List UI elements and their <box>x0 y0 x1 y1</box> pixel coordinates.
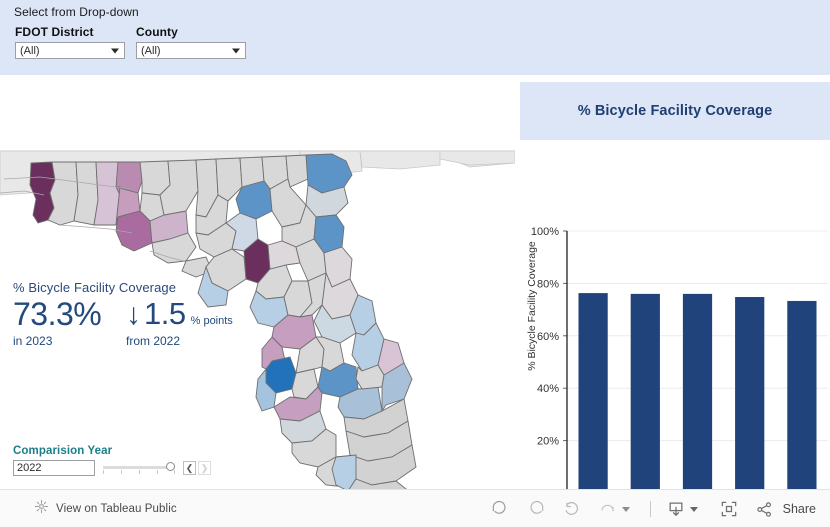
view-on-tableau-public-label: View on Tableau Public <box>56 503 177 515</box>
slider-next-button[interactable]: ❯ <box>198 461 211 475</box>
chart-y-tick-labels: 0%20%40%60%80%100% <box>531 226 559 489</box>
bar[interactable] <box>682 293 713 489</box>
toolbar-actions: Share <box>487 490 816 527</box>
tableau-logo-icon <box>34 499 49 519</box>
bar[interactable] <box>735 297 765 489</box>
filter-fdot-district: FDOT District (All) <box>15 25 125 59</box>
chevron-down-icon <box>232 48 240 53</box>
chart-title: % Bicycle Facility Coverage <box>577 103 773 119</box>
chart-svg[interactable]: 0%20%40%60%80%100% 20192020202120222023 <box>515 145 830 489</box>
download-dropdown-caret-icon[interactable] <box>689 506 698 512</box>
share-label[interactable]: Share <box>783 502 816 516</box>
bar[interactable] <box>787 300 817 489</box>
filter-band-title: Select from Drop-down <box>14 5 139 19</box>
fullscreen-icon[interactable] <box>716 496 742 522</box>
kpi-delta-block: ↓ 1.5 % points from 2022 <box>126 296 233 348</box>
undo-icon[interactable] <box>487 496 513 522</box>
slider-prev-button[interactable]: ❮ <box>183 461 196 475</box>
y-tick-label: 80% <box>537 278 559 290</box>
y-tick-label: 40% <box>537 383 559 395</box>
slider-ticks <box>103 470 175 475</box>
filter-fdot-district-label: FDOT District <box>15 25 94 39</box>
kpi-delta-value: 1.5 <box>144 296 186 331</box>
kpi-value-period: in 2023 <box>13 334 53 348</box>
toolbar-divider <box>649 501 651 517</box>
kpi-value: 73.3% <box>13 296 102 332</box>
comparison-year-input[interactable]: 2022 <box>13 460 95 476</box>
redo-icon[interactable] <box>523 496 549 522</box>
kpi-current: 73.3% in 2023 <box>13 296 113 348</box>
chart-bars <box>578 293 817 489</box>
chart-area[interactable]: % Bicycle Facility Coverage 0%20%40%60%8… <box>515 145 830 489</box>
refresh-icon[interactable] <box>595 496 621 522</box>
refresh-dropdown-caret-icon[interactable] <box>621 506 630 512</box>
fdot-district-value: (All) <box>20 44 40 57</box>
chevron-down-icon <box>111 48 119 53</box>
bar[interactable] <box>578 293 608 489</box>
fdot-district-dropdown[interactable]: (All) <box>15 42 125 59</box>
bar-chart-panel: % Bicycle Facility Coverage % Bicycle Fa… <box>515 75 830 489</box>
tableau-dashboard: Select from Drop-down FDOT District (All… <box>0 0 830 527</box>
slider-track <box>103 466 175 469</box>
revert-icon[interactable] <box>559 496 585 522</box>
filter-county: County (All) <box>136 25 246 59</box>
filter-county-label: County <box>136 25 178 39</box>
y-tick-label: 20% <box>537 436 559 448</box>
share-icon[interactable] <box>752 496 778 522</box>
comparison-year-slider[interactable] <box>103 460 181 476</box>
bottom-toolbar: View on Tableau Public Share <box>0 489 830 527</box>
slider-handle[interactable] <box>166 462 175 471</box>
filter-band: Select from Drop-down FDOT District (All… <box>0 0 830 75</box>
kpi-delta-period: from 2022 <box>126 334 181 348</box>
viz-body: .c { stroke:#6f6f6f; stroke-width:0.9; }… <box>0 75 830 527</box>
download-icon[interactable] <box>663 496 689 522</box>
bar[interactable] <box>630 293 660 489</box>
comparison-year-label: Comparision Year <box>13 445 113 457</box>
y-tick-label: 60% <box>537 331 559 343</box>
kpi-delta-unit: % points <box>190 315 233 327</box>
view-on-tableau-public-button[interactable]: View on Tableau Public <box>34 490 177 527</box>
kpi-block: % Bicycle Facility Coverage 73.3% in 202… <box>13 280 283 348</box>
county-dropdown[interactable]: (All) <box>136 42 246 59</box>
county-value: (All) <box>141 44 161 57</box>
chart-title-band: % Bicycle Facility Coverage <box>520 82 830 140</box>
kpi-title: % Bicycle Facility Coverage <box>13 280 177 295</box>
arrow-down-icon: ↓ <box>126 298 141 331</box>
comparison-year-control: Comparision Year 2022 ❮ ❯ <box>13 445 293 476</box>
y-tick-label: 100% <box>531 226 559 238</box>
